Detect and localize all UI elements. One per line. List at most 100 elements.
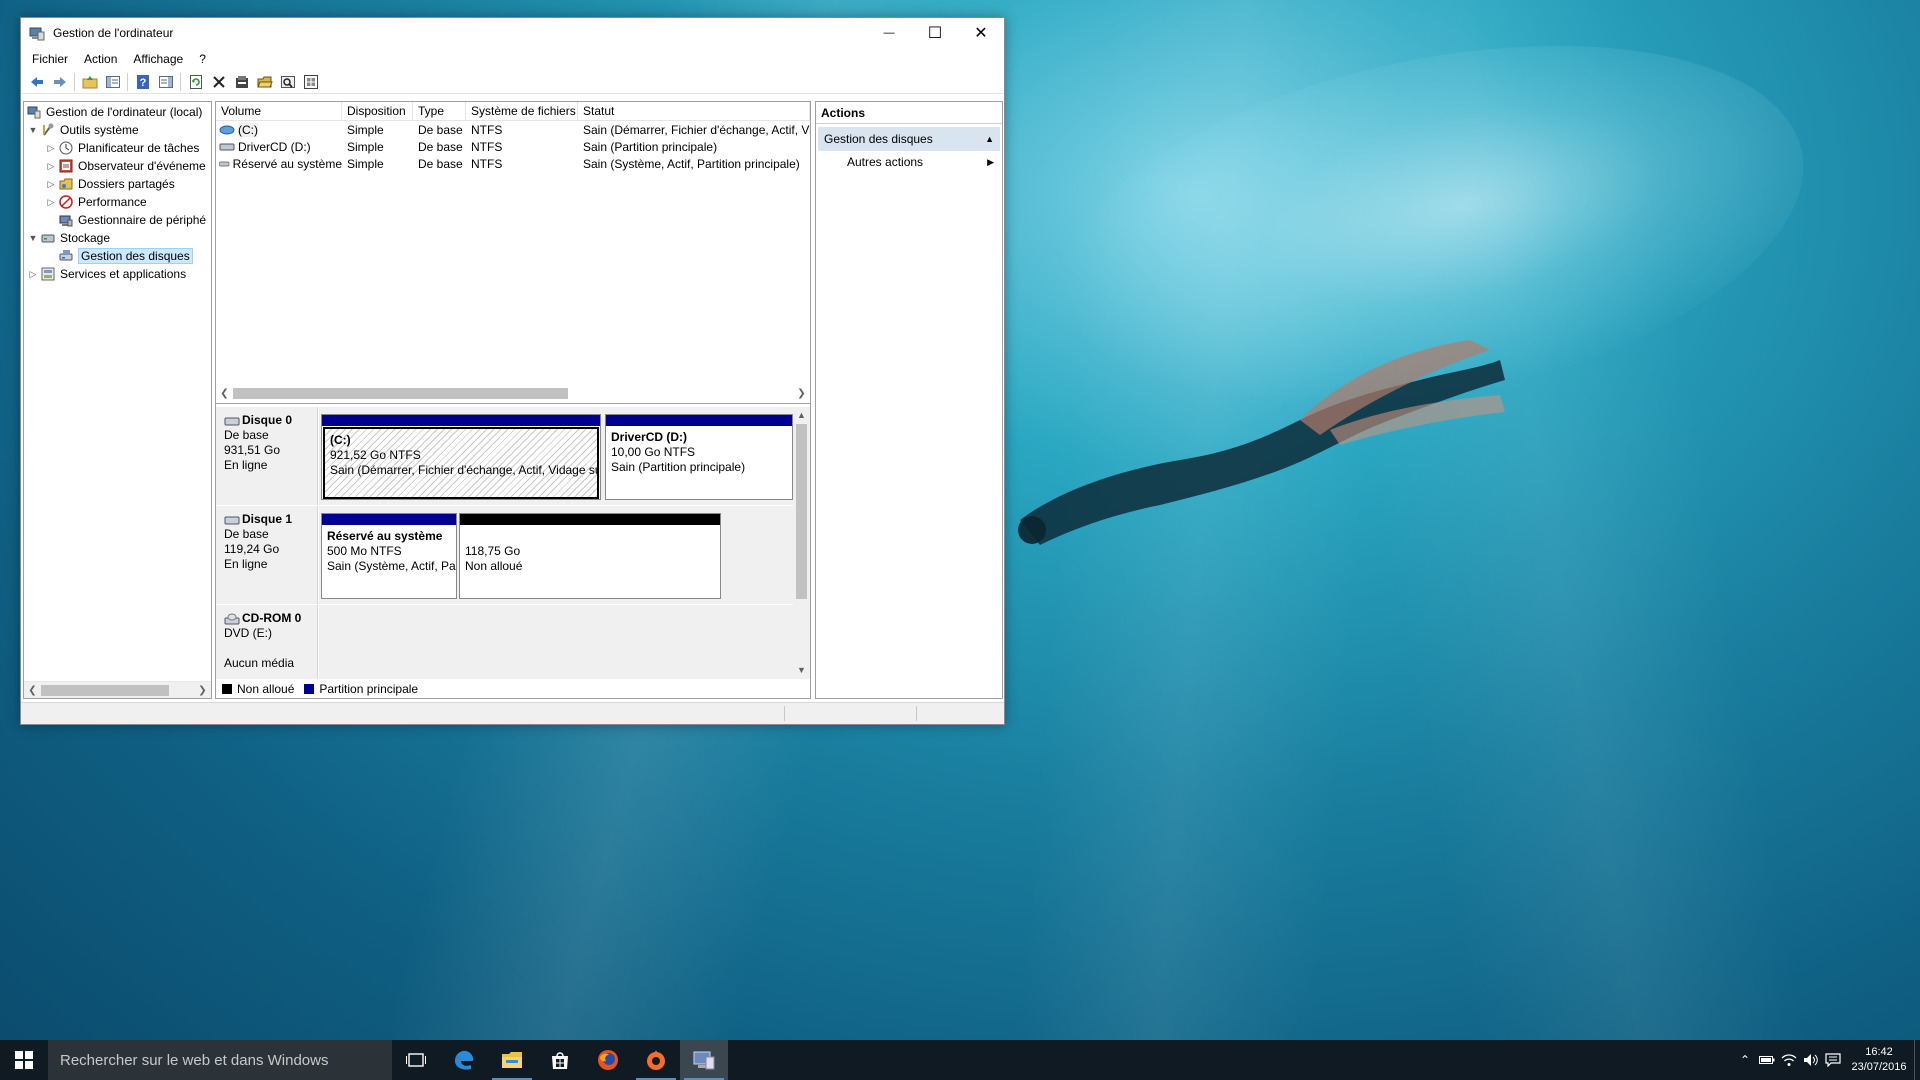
firefox-button[interactable] — [584, 1040, 632, 1080]
column-header-status[interactable]: Statut — [578, 102, 810, 120]
title-bar[interactable]: Gestion de l'ordinateur — ☐ ✕ — [21, 18, 1004, 48]
partition-bar — [606, 415, 792, 426]
windows-logo-icon — [15, 1051, 33, 1069]
collapse-icon[interactable]: ▲ — [985, 134, 994, 144]
battery-button[interactable] — [1756, 1040, 1778, 1080]
scroll-thumb[interactable] — [41, 684, 169, 696]
back-button[interactable] — [25, 71, 48, 93]
minimize-button[interactable]: — — [866, 18, 912, 48]
scroll-right-icon[interactable]: ❯ — [793, 388, 810, 399]
chevron-right-icon[interactable]: ▷ — [44, 143, 58, 154]
volume-button[interactable] — [1800, 1040, 1822, 1080]
chevron-right-icon[interactable]: ▷ — [44, 197, 58, 208]
tree-item-services-applications[interactable]: ▷ Services et applications — [24, 265, 211, 283]
chevron-down-icon[interactable]: ▼ — [26, 233, 40, 243]
open-button[interactable] — [253, 71, 276, 93]
table-row[interactable]: DriverCD (D:) Simple De base NTFS Sain (… — [216, 138, 810, 155]
search-input[interactable]: Rechercher sur le web et dans Windows — [48, 1040, 392, 1080]
chevron-right-icon[interactable]: ▷ — [44, 161, 58, 172]
tree-item-gestion-disques[interactable]: Gestion des disques — [24, 247, 211, 265]
scroll-thumb[interactable] — [233, 388, 568, 399]
tree-item-performance[interactable]: ▷ Performance — [24, 193, 211, 211]
scroll-thumb[interactable] — [796, 424, 807, 599]
disk-info[interactable]: Disque 0 De base 931,51 Go En ligne — [216, 407, 318, 505]
tree-item-outils-systeme[interactable]: ▼ Outils système — [24, 121, 211, 139]
menu-affichage[interactable]: Affichage — [125, 52, 191, 66]
partition-c[interactable]: (C:) 921,52 Go NTFS Sain (Démarrer, Fich… — [321, 414, 601, 500]
tree-item-root[interactable]: Gestion de l'ordinateur (local) — [24, 103, 211, 121]
partition-d[interactable]: DriverCD (D:) 10,00 Go NTFS Sain (Partit… — [605, 414, 793, 500]
maximize-button[interactable]: ☐ — [912, 18, 958, 48]
legend: Non alloué Partition principale — [216, 680, 810, 698]
close-button[interactable]: ✕ — [958, 18, 1004, 48]
partition-unallocated[interactable]: 118,75 Go Non alloué — [459, 513, 721, 599]
table-cell: NTFS — [471, 156, 503, 171]
chevron-down-icon[interactable]: ▼ — [26, 125, 40, 135]
column-header-file-system[interactable]: Système de fichiers — [466, 102, 578, 120]
partition-system-reserved[interactable]: Réservé au système 500 Mo NTFS Sain (Sys… — [321, 513, 457, 599]
disk-info[interactable]: CD-ROM 0 DVD (E:) Aucun média — [216, 605, 318, 679]
disk-partitions: Réservé au système 500 Mo NTFS Sain (Sys… — [319, 506, 793, 604]
file-explorer-button[interactable] — [488, 1040, 536, 1080]
disk-kind: DVD (E:) — [224, 626, 272, 640]
forward-button[interactable] — [48, 71, 71, 93]
computer-management-taskbar-button[interactable] — [680, 1040, 728, 1080]
delete-button[interactable] — [207, 71, 230, 93]
menu-help[interactable]: ? — [191, 52, 214, 66]
disk-row[interactable]: CD-ROM 0 DVD (E:) Aucun média — [216, 605, 793, 679]
menu-action[interactable]: Action — [76, 52, 125, 66]
start-button[interactable] — [0, 1040, 48, 1080]
disk-management-pane: Volume Disposition Type Système de fichi… — [215, 101, 811, 699]
scroll-right-icon[interactable]: ❯ — [194, 685, 211, 696]
store-button[interactable] — [536, 1040, 584, 1080]
chevron-right-icon[interactable]: ▷ — [26, 269, 40, 280]
edge-button[interactable] — [440, 1040, 488, 1080]
show-hide-tree-button[interactable] — [101, 71, 124, 93]
status-bar — [21, 702, 1004, 724]
menu-fichier[interactable]: Fichier — [24, 52, 76, 66]
tree-item-gestionnaire-peripheriques[interactable]: Gestionnaire de périphé — [24, 211, 211, 229]
partition-size: 500 Mo NTFS — [327, 544, 402, 558]
scroll-left-icon[interactable]: ❮ — [24, 685, 41, 696]
disk-info[interactable]: Disque 1 De base 119,24 Go En ligne — [216, 506, 318, 604]
tree-item-observateur[interactable]: ▷ Observateur d'événeme — [24, 157, 211, 175]
disk-map-vertical-scrollbar[interactable]: ▲ ▼ — [793, 407, 810, 679]
network-button[interactable] — [1778, 1040, 1800, 1080]
show-desktop-button[interactable] — [1914, 1040, 1920, 1080]
table-cell: Simple — [347, 139, 384, 154]
help-button[interactable]: ? — [131, 71, 154, 93]
origin-button[interactable] — [632, 1040, 680, 1080]
disk-row[interactable]: Disque 1 De base 119,24 Go En ligne Rése… — [216, 506, 793, 604]
column-header-volume[interactable]: Volume — [216, 102, 342, 120]
tree-horizontal-scrollbar[interactable]: ❮ ❯ — [24, 681, 211, 698]
tree-item-dossiers-partages[interactable]: ▷ Dossiers partagés — [24, 175, 211, 193]
scroll-left-icon[interactable]: ❮ — [216, 388, 233, 399]
table-row[interactable]: (C:) Simple De base NTFS Sain (Démarrer,… — [216, 121, 810, 138]
actions-section-disk-management[interactable]: Gestion des disques ▲ — [818, 127, 1000, 151]
table-row[interactable]: Réservé au système Simple De base NTFS S… — [216, 155, 810, 172]
column-header-type[interactable]: Type — [413, 102, 466, 120]
chevron-right-icon[interactable]: ▷ — [44, 179, 58, 190]
actions-item-more[interactable]: Autres actions ▶ — [816, 151, 1002, 173]
column-header-disposition[interactable]: Disposition — [342, 102, 413, 120]
up-folder-button[interactable] — [78, 71, 101, 93]
properties-button[interactable] — [230, 71, 253, 93]
clock[interactable]: 16:42 23/07/2016 — [1844, 1045, 1914, 1075]
action-center-button[interactable] — [1822, 1040, 1844, 1080]
disk-kind: De base — [224, 527, 269, 541]
disk-partitions: (C:) 921,52 Go NTFS Sain (Démarrer, Fich… — [319, 407, 793, 505]
search-button[interactable] — [276, 71, 299, 93]
show-hide-action-pane-button[interactable] — [154, 71, 177, 93]
tree-item-planificateur[interactable]: ▷ Planificateur de tâches — [24, 139, 211, 157]
settings-button[interactable] — [299, 71, 322, 93]
show-hidden-icons-button[interactable]: ⌃ — [1734, 1040, 1756, 1080]
task-view-button[interactable] — [392, 1040, 440, 1080]
volume-list-horizontal-scrollbar[interactable]: ❮ ❯ — [216, 385, 810, 402]
disk-row[interactable]: Disque 0 De base 931,51 Go En ligne (C:)… — [216, 407, 793, 505]
services-icon — [40, 266, 56, 282]
scroll-down-icon[interactable]: ▼ — [793, 662, 810, 679]
tree-item-stockage[interactable]: ▼ Stockage — [24, 229, 211, 247]
disk-icon — [224, 417, 240, 425]
refresh-button[interactable] — [184, 71, 207, 93]
scroll-up-icon[interactable]: ▲ — [793, 407, 810, 424]
